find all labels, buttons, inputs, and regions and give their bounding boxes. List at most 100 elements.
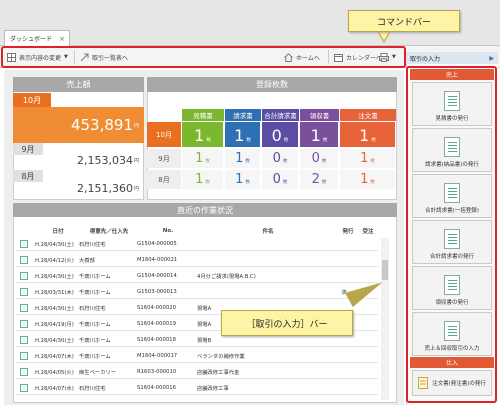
doc-unit: 枚 (205, 159, 210, 164)
cell-date: H.28/03/31(木) (35, 290, 74, 296)
table-row[interactable]: H.28/04/30(土) 千歳川ホーム G1504-000014 4月分ご請求(現場… (16, 270, 378, 283)
doc-count-cell: 1枚 (340, 122, 395, 147)
transaction-bar-header: 取引の入力 ▶ (406, 52, 498, 64)
doc-unit: 枚 (206, 138, 211, 143)
close-icon[interactable]: × (59, 35, 65, 43)
cell-subject: 店舗改修工事 (197, 386, 229, 392)
sales-current-value: 453,891 円 (13, 107, 139, 143)
doc-count-cell: 0枚 (262, 170, 298, 189)
doc-count-cell: 1枚 (182, 170, 223, 189)
cell-no: M1604-000017 (137, 353, 178, 359)
col-date: 日付 (52, 229, 64, 235)
doc-count-cell: 1枚 (225, 170, 260, 189)
transaction-bar-title: 取引の入力 (410, 55, 441, 63)
cell-date: H.28/04/05(火) (35, 370, 74, 376)
scrollbar-thumb[interactable] (382, 260, 388, 280)
doc-count: 2 (311, 172, 320, 187)
sales-sep-value: 2,153,034 円 (13, 150, 139, 170)
command-bar-callout: コマンドバー (348, 10, 460, 32)
doc-count-cell: 1枚 (340, 170, 395, 189)
col-order: 受注 (362, 229, 374, 235)
cell-party: 千歳川ホーム (79, 322, 111, 328)
cell-party: 石狩川住宅 (79, 242, 106, 248)
cell-date: H.28/04/30(土) (35, 338, 74, 344)
doc-count-cell: 1枚 (340, 149, 395, 168)
table-row[interactable]: H.28/04/07(木) 千歳川ホーム M1604-000017 ベランダの補修作業 (16, 350, 378, 363)
document-icon (20, 352, 28, 360)
transaction-bar-highlight (406, 66, 497, 403)
cell-date: H.28/04/07(木) (35, 354, 74, 360)
doc-unit: 枚 (370, 159, 375, 164)
doc-count-cell: 1枚 (300, 122, 338, 147)
col-party: 得意先／仕入先 (89, 229, 129, 235)
table-row[interactable]: H.28/04/07(水) 石狩川住宅 S1604-000016 店舗改修工事 (16, 382, 378, 395)
cell-subject: 現場B (197, 338, 212, 344)
doc-count-cell: 2枚 (300, 170, 338, 189)
cell-no: S1604-000018 (137, 337, 176, 343)
cell-no: M1604-000021 (137, 257, 178, 263)
table-row[interactable]: H.28/04/05(火) 麻生ベーカリー R1603-000010 店舗改修工事代金 (16, 366, 378, 379)
document-icon (20, 256, 28, 264)
doc-count: 1 (235, 172, 244, 187)
chevron-right-icon[interactable]: ▶ (489, 55, 494, 62)
doc-count-cell: 1枚 (182, 122, 223, 147)
cell-no: G1503-000013 (137, 289, 177, 295)
document-icon (20, 384, 28, 392)
cell-date: H.28/04/12(火) (35, 258, 74, 264)
transaction-bar-callout: ［取引の入力］バー (221, 310, 353, 336)
table-row[interactable]: H.28/04/12(火) 大樹部 M1604-000021 (16, 254, 378, 267)
sales-value-text: 2,151,360 (77, 181, 133, 195)
cell-party: 石狩川住宅 (79, 306, 106, 312)
cell-party: 千歳川ホーム (79, 274, 111, 280)
doc-count: 0 (271, 126, 282, 145)
doc-unit: 枚 (282, 180, 288, 185)
cell-party: 千歳川ホーム (79, 290, 111, 296)
cell-date: H.28/04/07(水) (35, 386, 74, 392)
doc-month-label: 8月 (147, 170, 181, 189)
cell-no: G1504-000014 (137, 273, 177, 279)
document-icon (20, 272, 28, 280)
cell-no: S1604-000019 (137, 321, 176, 327)
doc-unit: 枚 (282, 159, 288, 164)
doc-count: 1 (310, 126, 321, 145)
doc-count: 1 (360, 151, 369, 166)
doc-header: 見積書 (182, 109, 224, 121)
doc-header: 領収書 (300, 109, 339, 121)
cell-no: G1504-000005 (137, 241, 177, 247)
doc-header: 合計請求書 (262, 109, 299, 121)
cell-date: H.28/04/19(月) (35, 322, 74, 328)
yen-unit: 円 (133, 122, 139, 129)
doc-header: 注文書 (340, 109, 396, 121)
command-bar-highlight (1, 46, 406, 68)
sales-value-text: 453,891 (70, 116, 133, 134)
doc-count: 1 (195, 151, 204, 166)
documents-title: 登録枚数 (147, 77, 397, 92)
table-row[interactable]: H.28/04/30(土) 石狩川住宅 G1504-000005 (16, 238, 378, 251)
cell-party: 千歳川ホーム (79, 354, 111, 360)
cell-date: H.28/04/30(土) (35, 306, 74, 312)
activity-title: 直近の作業状況 (13, 203, 397, 217)
document-icon (20, 336, 28, 344)
doc-unit: 枚 (370, 180, 375, 185)
table-row[interactable]: H.28/03/31(木) 千歳川ホーム G1503-000013 済 (16, 286, 378, 299)
doc-unit: 枚 (245, 159, 250, 164)
cell-subject: 店舗改修工事代金 (197, 370, 240, 376)
doc-count: 1 (195, 172, 204, 187)
document-icon (20, 304, 28, 312)
document-icon (20, 320, 28, 328)
cell-date: H.28/04/30(土) (35, 274, 74, 280)
sales-aug-value: 2,151,360 円 (13, 178, 139, 198)
cell-party: 大樹部 (79, 258, 95, 264)
sales-value-text: 2,153,034 (77, 153, 133, 167)
doc-count: 1 (234, 126, 245, 145)
col-subject: 件名 (262, 229, 274, 235)
col-issued: 発行 (342, 229, 354, 235)
tab-label: ダッシュボード (10, 36, 53, 43)
tab-dashboard[interactable]: ダッシュボード × (4, 30, 70, 46)
doc-unit: 枚 (321, 159, 327, 164)
cell-subject: 4月分ご請求(現場A.B.C) (197, 274, 256, 280)
sales-title: 売上額 (13, 77, 144, 92)
doc-count: 1 (360, 172, 369, 187)
sales-month-label: 10月 (13, 93, 51, 107)
cell-party: 千歳川ホーム (79, 338, 111, 344)
